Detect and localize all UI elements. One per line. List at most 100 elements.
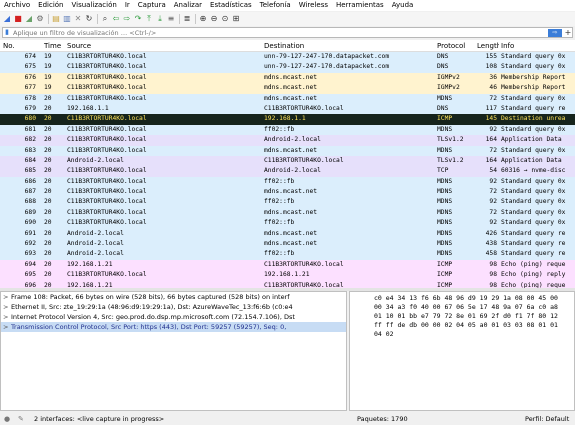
menu-visualizacion[interactable]: Visualización <box>68 0 121 11</box>
find-packet-icon[interactable]: ⌕ <box>100 14 110 24</box>
packet-row[interactable]: 678 20 C11B3RTORTUR4KO.local mdns.mcast.net… <box>0 93 575 104</box>
packet-row[interactable]: 692 20 Android-2.local mdns.mcast.net MDNS 43… <box>0 239 575 250</box>
expand-arrow-icon[interactable]: > <box>3 312 11 322</box>
packet-row[interactable]: 676 19 C11B3RTORTUR4KO.local mdns.mcast.net… <box>0 72 575 84</box>
packet-row[interactable]: 694 20 192.168.1.21 C11B3RTORTUR4KO.local IC… <box>0 259 575 271</box>
expand-arrow-icon[interactable]: > <box>3 302 11 312</box>
packet-row[interactable]: 684 20 Android-2.local C11B3RTORTUR4KO.loca… <box>0 155 575 167</box>
stop-capture-icon[interactable]: ■ <box>13 14 23 24</box>
packet-count-status: Paquetes: 1790 <box>357 415 408 423</box>
detail-tree-item[interactable]: > Frame 108: Packet, 66 bytes on wire (52… <box>1 292 346 302</box>
menu-telefonia[interactable]: Telefonía <box>256 0 295 11</box>
shark-fin-start-icon[interactable]: ◢ <box>2 14 12 24</box>
menu-captura[interactable]: Captura <box>134 0 170 11</box>
go-back-icon[interactable]: ⇦ <box>111 14 121 24</box>
row-length: 92 <box>489 198 497 206</box>
column-header-source[interactable]: Source <box>65 42 262 50</box>
row-time: 20 <box>44 156 52 164</box>
column-header-length[interactable]: Length <box>475 42 499 50</box>
packet-row[interactable]: 688 20 C11B3RTORTUR4KO.local ff02::fb MDNS 92… <box>0 197 575 208</box>
capture-options-icon[interactable]: ⚙ <box>35 14 45 24</box>
packet-row[interactable]: 679 20 192.168.1.1 C11B3RTORTUR4KO.local DNS… <box>0 103 575 115</box>
row-time: 20 <box>44 250 52 258</box>
row-protocol: DNS <box>437 53 449 60</box>
row-destination: mdns.mcast.net <box>264 229 318 237</box>
hex-dump-line[interactable]: 0000c0 e4 34 13 f6 6b 48 96 d9 19 29 1a … <box>352 294 574 303</box>
packet-row[interactable]: 689 20 C11B3RTORTUR4KO.local mdns.mcast.net… <box>0 207 575 219</box>
row-info: Standard query 0x <box>501 146 566 154</box>
toolbar-separator <box>97 14 98 24</box>
packet-row[interactable]: 685 20 C11B3RTORTUR4KO.local Android-2.loca… <box>0 166 575 177</box>
column-header-time[interactable]: Time <box>42 42 65 50</box>
hex-dump-line[interactable]: 0030ff ff de db 00 00 02 04 05 a0 01 03 … <box>352 321 574 330</box>
autoscroll-icon[interactable]: ≡ <box>166 14 176 24</box>
last-packet-icon[interactable]: ⤓ <box>155 14 165 24</box>
row-no: 695 <box>24 271 36 279</box>
reload-icon[interactable]: ↻ <box>84 14 94 24</box>
row-source: C11B3RTORTUR4KO.local <box>67 115 147 123</box>
first-packet-icon[interactable]: ⤒ <box>144 14 154 24</box>
detail-tree-item[interactable]: > Transmission Control Protocol, Src Port… <box>1 322 346 332</box>
row-info: Standard query 0x <box>501 53 566 60</box>
expert-info-icon[interactable]: ● <box>4 415 14 423</box>
column-header-no[interactable]: No. <box>0 42 42 50</box>
packet-row[interactable]: 691 20 Android-2.local mdns.mcast.net MDNS 42… <box>0 228 575 240</box>
packet-row[interactable]: 675 19 C11B3RTORTUR4KO.local unn-79-127-247… <box>0 62 575 73</box>
row-source: C11B3RTORTUR4KO.local <box>67 271 147 279</box>
packet-row[interactable]: 683 20 C11B3RTORTUR4KO.local mdns.mcast.net… <box>0 145 575 156</box>
open-file-icon[interactable]: ▤ <box>51 14 61 24</box>
row-destination: Android-2.local <box>264 167 321 175</box>
column-header-info[interactable]: Info <box>499 42 575 50</box>
menu-edicion[interactable]: Edición <box>34 0 67 11</box>
packet-row[interactable]: 687 20 C11B3RTORTUR4KO.local mdns.mcast.net… <box>0 187 575 198</box>
zoom-in-icon[interactable]: ⊕ <box>198 14 208 24</box>
row-length: 92 <box>489 219 497 227</box>
hex-dump-line[interactable]: 002001 10 01 bb e7 79 72 8e 01 69 2f d0 … <box>352 312 574 321</box>
menu-ayuda[interactable]: Ayuda <box>388 0 418 11</box>
colorize-icon[interactable]: ≣ <box>182 14 192 24</box>
go-to-packet-icon[interactable]: ↷ <box>133 14 143 24</box>
packet-row[interactable]: 674 19 C11B3RTORTUR4KO.local unn-79-127-247… <box>0 52 575 63</box>
row-no: 696 <box>24 281 36 288</box>
packet-row[interactable]: 696 20 192.168.1.21 C11B3RTORTUR4KO.local IC… <box>0 280 575 288</box>
packet-row[interactable]: 695 20 C11B3RTORTUR4KO.local 192.168.1.21 IC… <box>0 270 575 281</box>
go-forward-icon[interactable]: ⇨ <box>122 14 132 24</box>
menu-wireless[interactable]: Wireless <box>295 0 332 11</box>
detail-tree-item[interactable]: > Ethernet II, Src: zte_19:29:1a (48:96:d… <box>1 302 346 312</box>
resize-columns-icon[interactable]: ⊞ <box>231 14 241 24</box>
packet-row[interactable]: 677 19 C11B3RTORTUR4KO.local mdns.mcast.net… <box>0 83 575 94</box>
menu-analizar[interactable]: Analizar <box>170 0 206 11</box>
detail-tree-item[interactable]: > Internet Protocol Version 4, Src: geo.p… <box>1 312 346 322</box>
expand-arrow-icon[interactable]: > <box>3 292 11 302</box>
zoom-out-icon[interactable]: ⊖ <box>209 14 219 24</box>
menu-herramientas[interactable]: Herramientas <box>332 0 388 11</box>
normal-size-icon[interactable]: ⊙ <box>220 14 230 24</box>
profile-status[interactable]: Perfil: Default <box>525 415 569 423</box>
column-header-destination[interactable]: Destination <box>262 42 435 50</box>
expand-arrow-icon[interactable]: > <box>3 322 11 332</box>
packet-row[interactable]: 681 20 C11B3RTORTUR4KO.local ff02::fb MDNS 92… <box>0 124 575 136</box>
packet-row[interactable]: 690 20 C11B3RTORTUR4KO.local ff02::fb MDNS 92… <box>0 218 575 229</box>
save-file-icon[interactable]: ▥ <box>62 14 72 24</box>
row-time: 20 <box>44 177 52 185</box>
hex-dump-line[interactable]: 004004 02 <box>352 330 574 339</box>
apply-filter-button[interactable]: ⇨ <box>548 28 562 37</box>
row-no: 694 <box>24 260 36 268</box>
bookmark-icon[interactable]: ▮ <box>3 28 11 37</box>
close-file-icon[interactable]: ✕ <box>73 14 83 24</box>
row-info: Membership Report <box>501 84 566 92</box>
add-filter-button[interactable]: + <box>564 28 572 37</box>
hex-dump-line[interactable]: 001000 34 a3 f0 40 00 67 06 5e 17 48 9a … <box>352 303 574 312</box>
menu-estadisticas[interactable]: Estadísticas <box>206 0 256 11</box>
packet-row[interactable]: 686 20 C11B3RTORTUR4KO.local ff02::fb MDNS 92… <box>0 176 575 188</box>
restart-capture-icon[interactable]: ◢ <box>24 14 34 24</box>
menu-archivo[interactable]: Archivo <box>0 0 34 11</box>
row-destination: C11B3RTORTUR4KO.local <box>264 156 344 164</box>
display-filter-input[interactable] <box>11 28 548 37</box>
menu-ir[interactable]: Ir <box>121 0 134 11</box>
packet-row[interactable]: 682 20 C11B3RTORTUR4KO.local Android-2.loca… <box>0 135 575 146</box>
capture-comment-icon[interactable]: ✎ <box>18 415 28 423</box>
selected-packet-row[interactable]: 680 20 C11B3RTORTUR4KO.local 192.168.1.1 ICM… <box>0 114 575 125</box>
column-header-protocol[interactable]: Protocol <box>435 42 475 50</box>
packet-row[interactable]: 693 20 Android-2.local ff02::fb MDNS 458 Stand… <box>0 249 575 260</box>
